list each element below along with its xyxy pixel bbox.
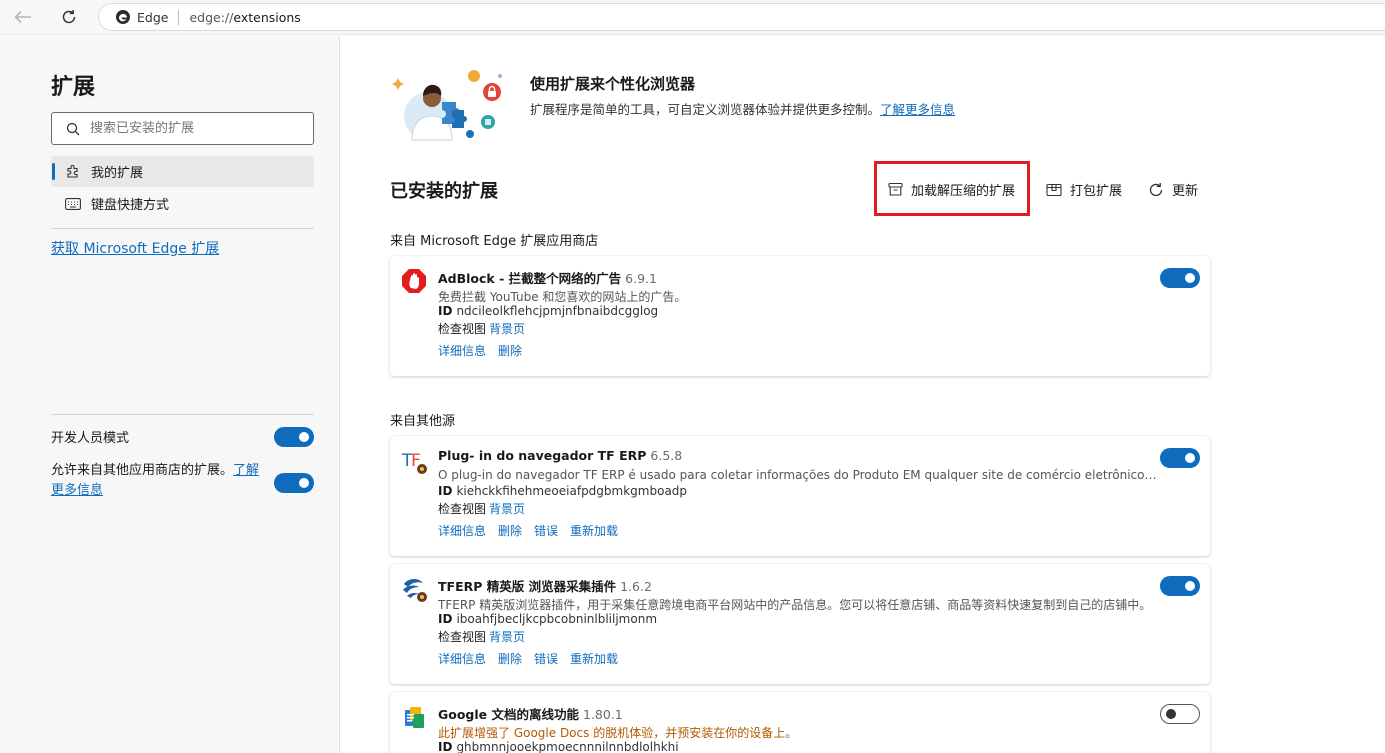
keyboard-icon — [65, 196, 81, 212]
reload-link[interactable]: 重新加载 — [570, 652, 618, 666]
sidebar-item-my-extensions[interactable]: 我的扩展 — [51, 156, 314, 187]
refresh-button[interactable] — [56, 5, 82, 29]
extension-links: 详细信息 删除 错误 重新加载 — [438, 522, 630, 539]
inspect-views: 检查视图 背景页 — [438, 322, 526, 336]
search-icon — [66, 122, 80, 135]
address-separator — [178, 9, 180, 25]
inspect-views: 检查视图 背景页 — [438, 630, 526, 644]
hero-learn-more-link[interactable]: 了解更多信息 — [880, 102, 955, 117]
extension-id: ID iboahfjbecljkcpbcobninlbliljmonm — [438, 612, 658, 626]
hero-title: 使用扩展来个性化浏览器 — [530, 75, 696, 93]
extension-name: AdBlock - 拦截整个网络的广告 6.9.1 — [438, 271, 657, 286]
extension-links: 详细信息 删除 错误 重新加载 — [438, 650, 630, 667]
installed-extensions-title: 已安装的扩展 — [390, 181, 498, 202]
section-label-edge-store: 来自 Microsoft Edge 扩展应用商店 — [390, 234, 599, 249]
background-page-link[interactable]: 背景页 — [489, 502, 525, 516]
extension-id: ID ghbmnnjooekpmoecnnnilnnbdlolhkhi — [438, 740, 679, 753]
extension-enable-toggle[interactable] — [1160, 704, 1200, 724]
remove-link[interactable]: 删除 — [498, 652, 522, 666]
extension-id: ID ndcileolkflehcjpmjnfbnaibdcgglog — [438, 304, 659, 318]
reload-link[interactable]: 重新加载 — [570, 524, 618, 538]
search-input[interactable] — [90, 121, 290, 136]
extension-version: 1.6.2 — [620, 579, 652, 594]
tf-logo-icon: TF — [401, 451, 427, 474]
developer-mode-toggle[interactable] — [274, 427, 314, 447]
extension-description: O plug-in do navegador TF ERP é usado pa… — [438, 468, 1158, 482]
back-button[interactable] — [10, 5, 36, 29]
refresh-icon — [62, 10, 76, 24]
allow-other-stores-toggle[interactable] — [274, 473, 314, 493]
developer-mode-label: 开发人员模式 — [51, 431, 130, 446]
extension-version: 6.5.8 — [650, 448, 683, 463]
extension-enable-toggle[interactable] — [1160, 448, 1200, 468]
sidebar-divider — [51, 414, 314, 415]
background-page-link[interactable]: 背景页 — [489, 322, 525, 336]
sidebar-divider — [51, 228, 314, 229]
refresh-icon — [1148, 182, 1164, 198]
errors-link[interactable]: 错误 — [534, 652, 558, 666]
extension-description: 此扩展增强了 Google Docs 的脱机体验，并预安装在你的设备上。 — [438, 726, 798, 740]
arrow-left-icon — [14, 10, 31, 24]
extension-description: TFERP 精英版浏览器插件，用于采集任意跨境电商平台网站中的产品信息。您可以将… — [438, 598, 1152, 612]
google-docs-icon — [405, 707, 424, 728]
tferp-globe-icon — [402, 577, 427, 602]
search-box[interactable] — [51, 112, 314, 145]
puzzle-icon — [65, 164, 81, 180]
package-icon — [1046, 182, 1062, 197]
address-bar[interactable]: Edge edge://extensions — [98, 3, 1385, 31]
extension-name: Google 文档的离线功能 1.80.1 — [438, 707, 623, 722]
highlight-annotation-box — [874, 161, 1030, 216]
errors-link[interactable]: 错误 — [534, 524, 558, 538]
sidebar-item-keyboard-shortcuts[interactable]: 键盘快捷方式 — [51, 188, 314, 219]
allow-other-stores-label: 允许来自其他应用商店的扩展。了解更多信息 — [51, 463, 260, 498]
sidebar-item-label: 键盘快捷方式 — [91, 198, 170, 213]
sidebar-item-label: 我的扩展 — [91, 166, 144, 181]
inspect-views: 检查视图 背景页 — [438, 502, 526, 516]
url-text: edge://extensions — [189, 9, 301, 25]
details-link[interactable]: 详细信息 — [438, 524, 486, 538]
pack-extension-label: 打包扩展 — [1070, 184, 1123, 199]
extension-description: 免费拦截 YouTube 和您喜欢的网站上的广告。 — [438, 290, 687, 304]
details-link[interactable]: 详细信息 — [438, 344, 486, 358]
extension-links: 详细信息 删除 — [438, 342, 534, 359]
extension-enable-toggle[interactable] — [1160, 268, 1200, 288]
update-button[interactable]: 更新 — [1148, 180, 1198, 199]
site-name: Edge — [137, 9, 169, 25]
extensions-illustration — [392, 70, 502, 141]
update-label: 更新 — [1172, 184, 1199, 199]
adblock-icon — [402, 269, 426, 293]
hero-description: 扩展程序是简单的工具，可自定义浏览器体验并提供更多控制。了解更多信息 — [530, 102, 956, 117]
extension-enable-toggle[interactable] — [1160, 576, 1200, 596]
browser-toolbar: Edge edge://extensions — [0, 0, 1385, 35]
extension-version: 6.9.1 — [625, 271, 657, 286]
extension-card-tf-erp: TF Plug- in do navegador TF ERP 6.5.8 O p… — [390, 436, 1210, 556]
extension-card-google-docs-offline: Google 文档的离线功能 1.80.1 此扩展增强了 Google Docs … — [390, 692, 1210, 753]
details-link[interactable]: 详细信息 — [438, 652, 486, 666]
section-label-other-sources: 来自其他源 — [390, 414, 456, 429]
extension-card-tferp-elite: TFERP 精英版 浏览器采集插件 1.6.2 TFERP 精英版浏览器插件，用于… — [390, 564, 1210, 684]
edge-logo-icon — [116, 10, 130, 24]
extension-card-adblock: AdBlock - 拦截整个网络的广告 6.9.1 免费拦截 YouTube 和您… — [390, 256, 1210, 376]
background-page-link[interactable]: 背景页 — [489, 630, 525, 644]
remove-link[interactable]: 删除 — [498, 344, 522, 358]
extension-id: ID kiehckkfihehmeoeiafpdgbmkgmboadp — [438, 484, 688, 498]
extension-name: TFERP 精英版 浏览器采集插件 1.6.2 — [438, 579, 652, 594]
sidebar: 扩展 我的扩展 键盘快捷方式 获取 Microsoft Edge 扩展 开发人员… — [0, 36, 340, 753]
extension-name: Plug- in do navegador TF ERP 6.5.8 — [438, 448, 683, 463]
sidebar-title: 扩展 — [51, 75, 96, 100]
pack-extension-button[interactable]: 打包扩展 — [1046, 180, 1122, 199]
extension-version: 1.80.1 — [583, 707, 623, 722]
get-extensions-link[interactable]: 获取 Microsoft Edge 扩展 — [51, 238, 219, 258]
remove-link[interactable]: 删除 — [498, 524, 522, 538]
